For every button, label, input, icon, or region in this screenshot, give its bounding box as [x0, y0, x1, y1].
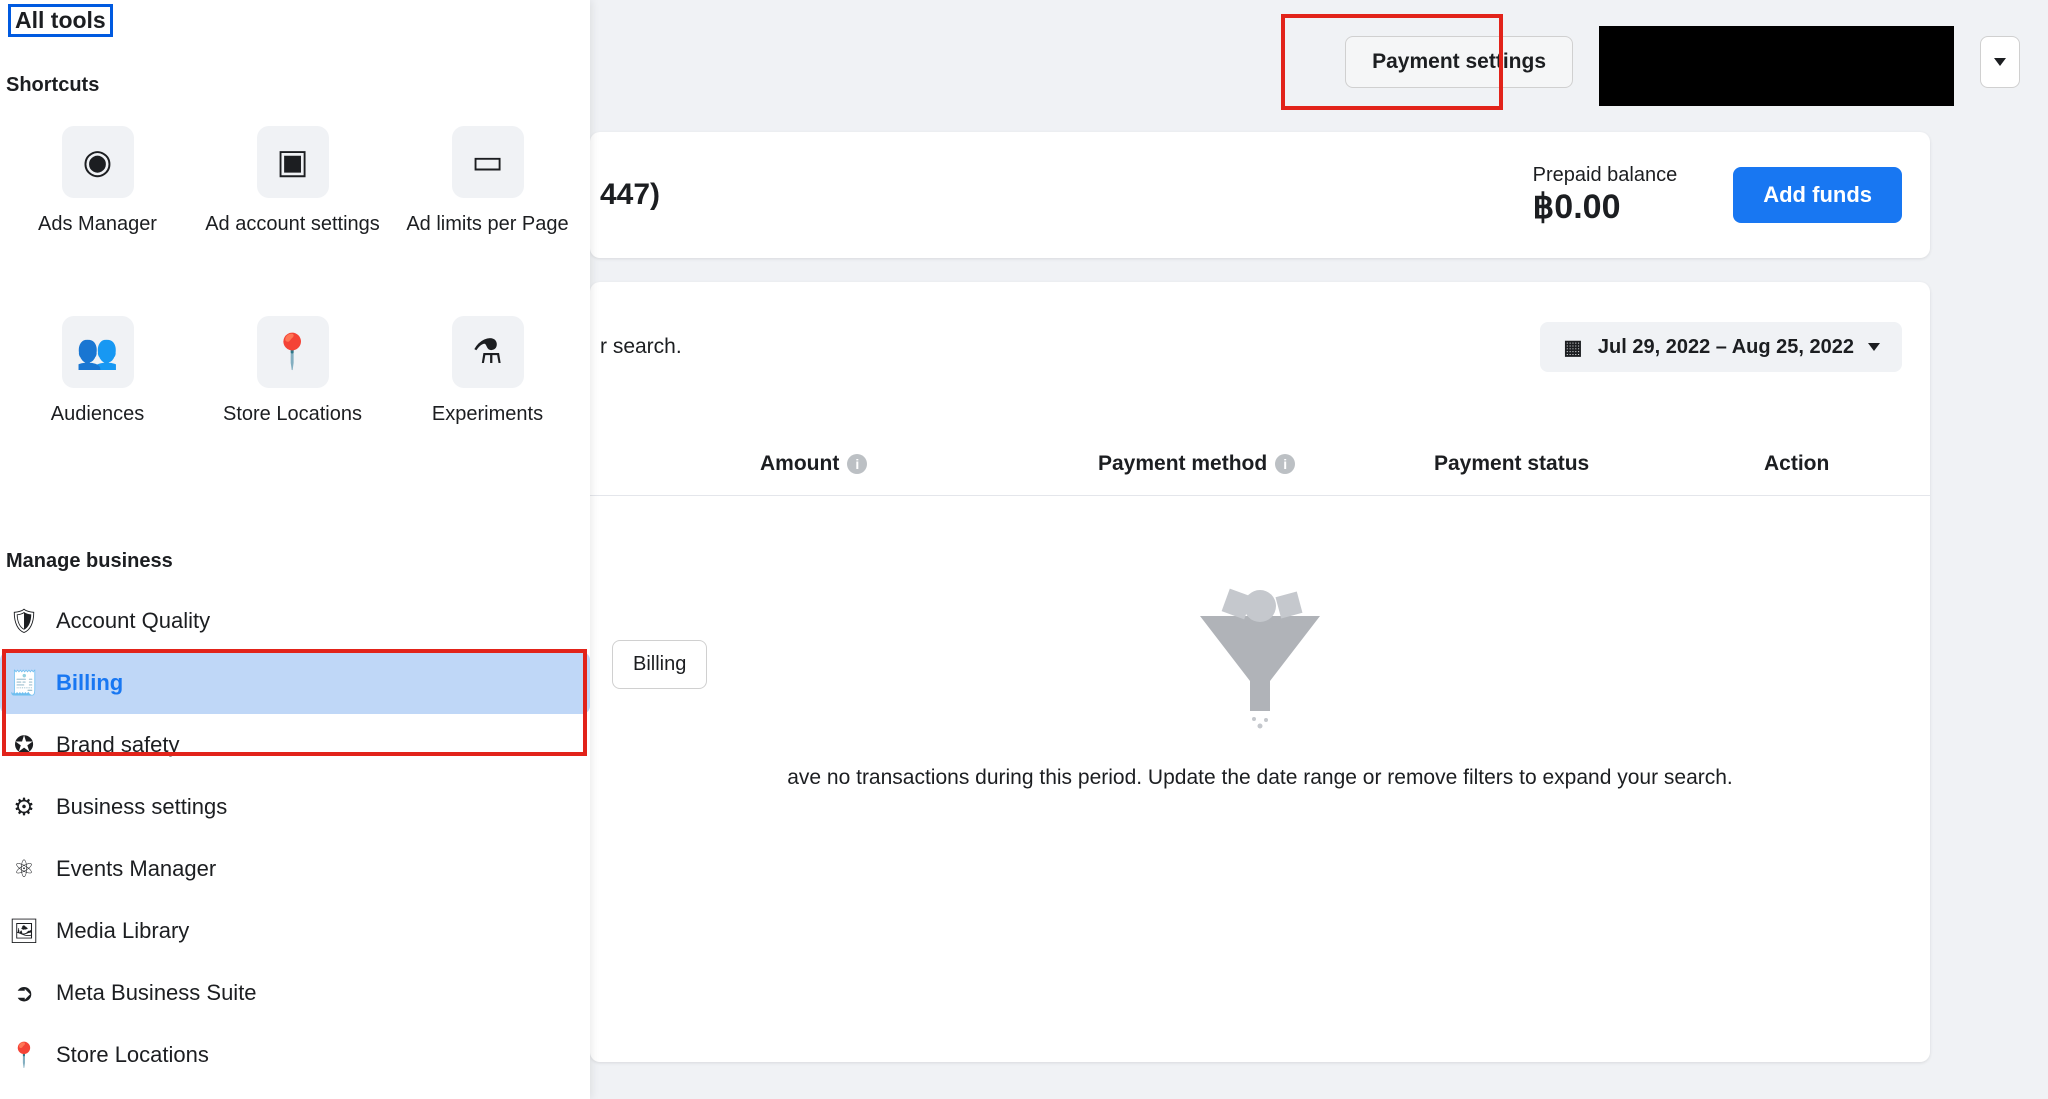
menu-label: Media Library [56, 918, 189, 944]
settings-card-icon: ▣ [276, 142, 308, 182]
top-bar: Payment settings [590, 0, 2048, 130]
menu-events-manager[interactable]: ⚛ Events Manager [0, 838, 590, 900]
compass-icon: ◉ [83, 142, 113, 182]
pin-icon: 📍 [271, 332, 313, 372]
menu-label: Account Quality [56, 608, 210, 634]
shortcuts-grid: ◉ Ads Manager ▣ Ad account settings ▭ Ad… [0, 120, 590, 500]
gear-icon: ⚙ [10, 793, 38, 821]
col-amount: Amount [760, 452, 839, 476]
date-range-label: Jul 29, 2022 – Aug 25, 2022 [1598, 336, 1854, 359]
shortcuts-heading: Shortcuts [6, 74, 99, 97]
image-icon: 🖼 [10, 917, 38, 945]
shortcut-ads-manager[interactable]: ◉ Ads Manager [0, 120, 195, 310]
info-icon[interactable]: i [1275, 454, 1295, 474]
billing-tooltip: Billing [612, 640, 707, 689]
menu-label: Business settings [56, 794, 227, 820]
menu-store-locations[interactable]: 📍 Store Locations [0, 1024, 590, 1086]
menu-label: Store Locations [56, 1042, 209, 1068]
pin-icon: 📍 [10, 1041, 38, 1069]
shortcut-label: Ad account settings [205, 210, 380, 238]
menu-billing[interactable]: 🧾 Billing [0, 652, 590, 714]
account-dropdown[interactable] [1980, 36, 2020, 88]
shortcut-ad-limits-per-page[interactable]: ▭ Ad limits per Page [390, 120, 585, 310]
transactions-table-header: Amount i Payment method i Payment status… [590, 434, 1930, 496]
transactions-card: r search. ▦ Jul 29, 2022 – Aug 25, 2022 … [590, 282, 1930, 1062]
empty-state-message: ave no transactions during this period. … [787, 766, 1733, 790]
shortcut-audiences[interactable]: 👥 Audiences [0, 310, 195, 500]
menu-meta-business-suite[interactable]: ➲ Meta Business Suite [0, 962, 590, 1024]
arrow-right-circle-icon: ➲ [10, 979, 38, 1007]
menu-label: Brand safety [56, 732, 180, 758]
info-icon[interactable]: i [847, 454, 867, 474]
nodes-icon: ⚛ [10, 855, 38, 883]
chevron-down-icon [1868, 343, 1880, 351]
shortcut-store-locations[interactable]: 📍 Store Locations [195, 310, 390, 500]
empty-state: ave no transactions during this period. … [590, 586, 1930, 790]
menu-brand-safety[interactable]: ✪ Brand safety [0, 714, 590, 776]
prepaid-balance-card: 447) Prepaid balance ฿0.00 Add funds [590, 132, 1930, 258]
menu-label: Billing [56, 670, 123, 696]
account-name-redacted [1599, 26, 1954, 106]
menu-label: Events Manager [56, 856, 216, 882]
flask-icon: ⚗ [472, 332, 502, 372]
date-range-picker[interactable]: ▦ Jul 29, 2022 – Aug 25, 2022 [1540, 322, 1902, 372]
prepaid-balance-amount: ฿0.00 [1533, 187, 1678, 227]
funnel-icon [1190, 586, 1330, 736]
all-tools-button[interactable]: All tools [8, 4, 113, 37]
manage-business-menu: 🛡 Account Quality 🧾 Billing ✪ Brand safe… [0, 590, 590, 1086]
add-funds-button[interactable]: Add funds [1733, 167, 1902, 223]
badge-icon: ✪ [10, 731, 38, 759]
menu-media-library[interactable]: 🖼 Media Library [0, 900, 590, 962]
shortcut-label: Audiences [51, 400, 144, 428]
device-icon: ▭ [471, 142, 503, 182]
col-payment-status: Payment status [1434, 452, 1589, 476]
shortcut-experiments[interactable]: ⚗ Experiments [390, 310, 585, 500]
shortcut-ad-account-settings[interactable]: ▣ Ad account settings [195, 120, 390, 310]
calendar-icon: ▦ [1562, 336, 1584, 358]
menu-business-settings[interactable]: ⚙ Business settings [0, 776, 590, 838]
menu-account-quality[interactable]: 🛡 Account Quality [0, 590, 590, 652]
chevron-down-icon [1994, 58, 2006, 66]
shortcut-label: Ads Manager [38, 210, 157, 238]
col-payment-method: Payment method [1098, 452, 1267, 476]
manage-business-heading: Manage business [6, 550, 173, 573]
people-icon: 👥 [76, 332, 118, 372]
search-hint-text: r search. [600, 335, 682, 359]
shortcut-label: Store Locations [223, 400, 362, 428]
account-id-suffix: 447) [600, 178, 660, 212]
shortcut-label: Experiments [432, 400, 543, 428]
billing-icon: 🧾 [10, 669, 38, 697]
shield-icon: 🛡 [10, 607, 38, 635]
prepaid-balance-label: Prepaid balance [1533, 164, 1678, 187]
menu-label: Meta Business Suite [56, 980, 257, 1006]
all-tools-sidebar: All tools Shortcuts ◉ Ads Manager ▣ Ad a… [0, 0, 590, 1099]
col-action: Action [1764, 452, 1829, 476]
payment-settings-button[interactable]: Payment settings [1345, 36, 1573, 88]
shortcut-label: Ad limits per Page [406, 210, 568, 238]
